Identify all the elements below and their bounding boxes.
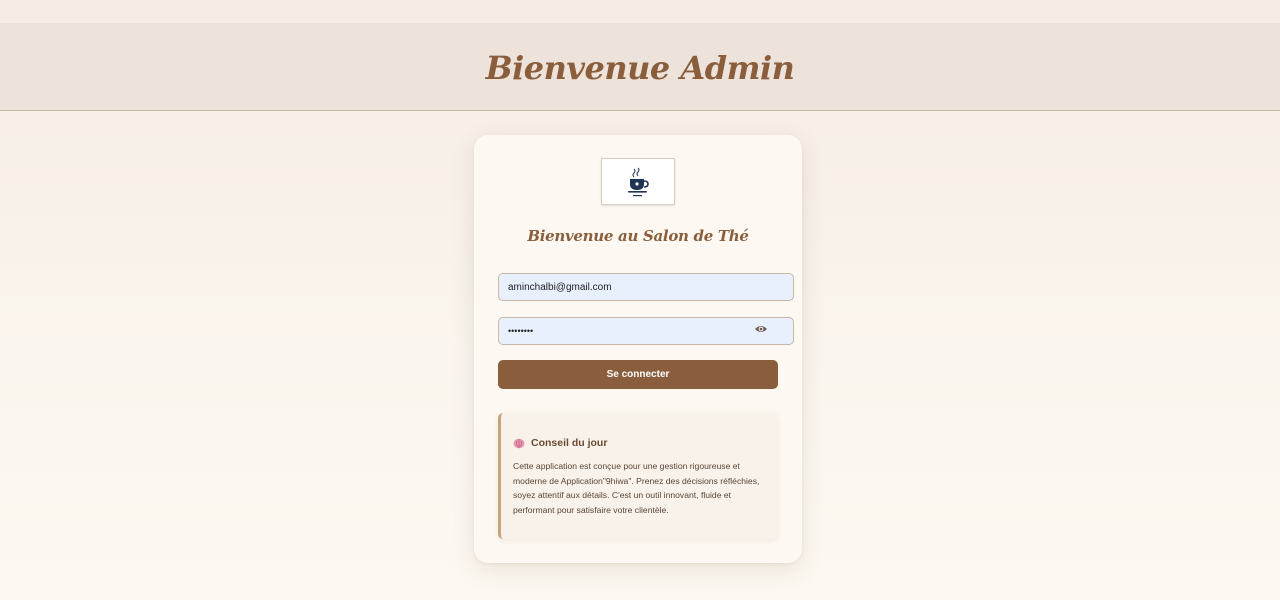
password-field[interactable] xyxy=(498,317,794,345)
tip-header: Conseil du jour xyxy=(513,437,764,449)
eye-icon xyxy=(755,326,767,332)
login-button[interactable]: Se connecter xyxy=(498,360,778,389)
tea-cup-logo-icon xyxy=(628,167,649,196)
brain-icon xyxy=(513,438,525,448)
top-strip xyxy=(0,0,1280,23)
tip-text: Cette application est conçue pour une ge… xyxy=(513,461,760,515)
logo xyxy=(601,158,675,205)
page-header: Bienvenue Admin xyxy=(0,23,1280,111)
email-field[interactable] xyxy=(498,273,794,301)
card-title: Bienvenue au Salon de Thé xyxy=(527,227,749,245)
page-title: Bienvenue Admin xyxy=(485,48,795,87)
email-field-wrapper xyxy=(498,273,794,301)
login-card: Bienvenue au Salon de Thé Se connecter C… xyxy=(474,135,802,563)
toggle-password-button[interactable] xyxy=(754,322,768,334)
password-field-wrapper xyxy=(498,317,794,345)
tip-of-the-day: Conseil du jour Cette application est co… xyxy=(498,413,778,539)
tip-title: Conseil du jour xyxy=(531,437,608,449)
